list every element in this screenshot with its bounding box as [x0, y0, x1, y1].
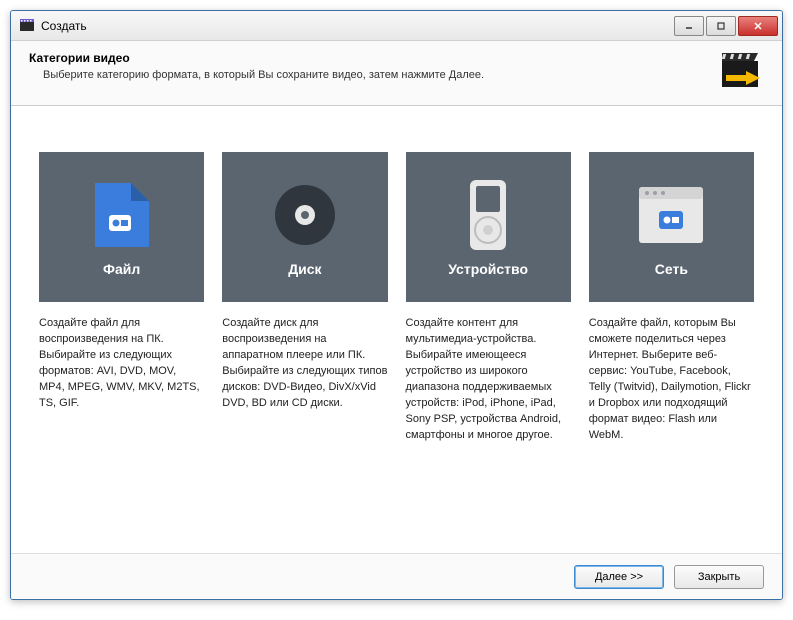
categories-grid: Файл Создайте файл для воспроизведения н…: [11, 106, 782, 553]
window-controls: [674, 16, 778, 36]
category-file: Файл Создайте файл для воспроизведения н…: [39, 152, 204, 412]
category-network: Сеть Создайте файл, которым Вы сможете п…: [589, 152, 754, 444]
tile-device-label: Устройство: [448, 261, 528, 277]
tile-network[interactable]: Сеть: [589, 152, 754, 302]
close-button[interactable]: [738, 16, 778, 36]
dialog-window: Создать Категории видео Выберите категор…: [10, 10, 783, 600]
app-icon: [19, 18, 35, 34]
category-disc: Диск Создайте диск для воспроизведения н…: [222, 152, 387, 412]
category-device-desc: Создайте контент для мультимедиа-устройс…: [406, 316, 571, 444]
header: Категории видео Выберите категорию форма…: [11, 41, 782, 106]
category-file-desc: Создайте файл для воспроизведения на ПК.…: [39, 316, 204, 412]
maximize-button[interactable]: [706, 16, 736, 36]
tile-device[interactable]: Устройство: [406, 152, 571, 302]
header-subtitle: Выберите категорию формата, в который Вы…: [43, 69, 720, 81]
category-network-desc: Создайте файл, которым Вы сможете подели…: [589, 316, 754, 444]
next-button[interactable]: Далее >>: [574, 565, 664, 589]
titlebar: Создать: [11, 11, 782, 41]
tile-file-label: Файл: [103, 261, 140, 277]
tile-file[interactable]: Файл: [39, 152, 204, 302]
close-dialog-button[interactable]: Закрыть: [674, 565, 764, 589]
footer: Далее >> Закрыть: [11, 553, 782, 599]
category-device: Устройство Создайте контент для мультиме…: [406, 152, 571, 444]
tile-network-label: Сеть: [655, 261, 688, 277]
tile-disc[interactable]: Диск: [222, 152, 387, 302]
network-icon: [635, 177, 707, 253]
tile-disc-label: Диск: [288, 261, 321, 277]
disc-icon: [271, 177, 339, 253]
file-icon: [91, 177, 153, 253]
header-title: Категории видео: [29, 51, 720, 65]
header-text: Категории видео Выберите категорию форма…: [29, 51, 720, 81]
clapperboard-arrow-icon: [720, 51, 764, 91]
device-icon: [464, 177, 512, 253]
minimize-button[interactable]: [674, 16, 704, 36]
window-title: Создать: [41, 19, 674, 33]
category-disc-desc: Создайте диск для воспроизведения на апп…: [222, 316, 387, 412]
